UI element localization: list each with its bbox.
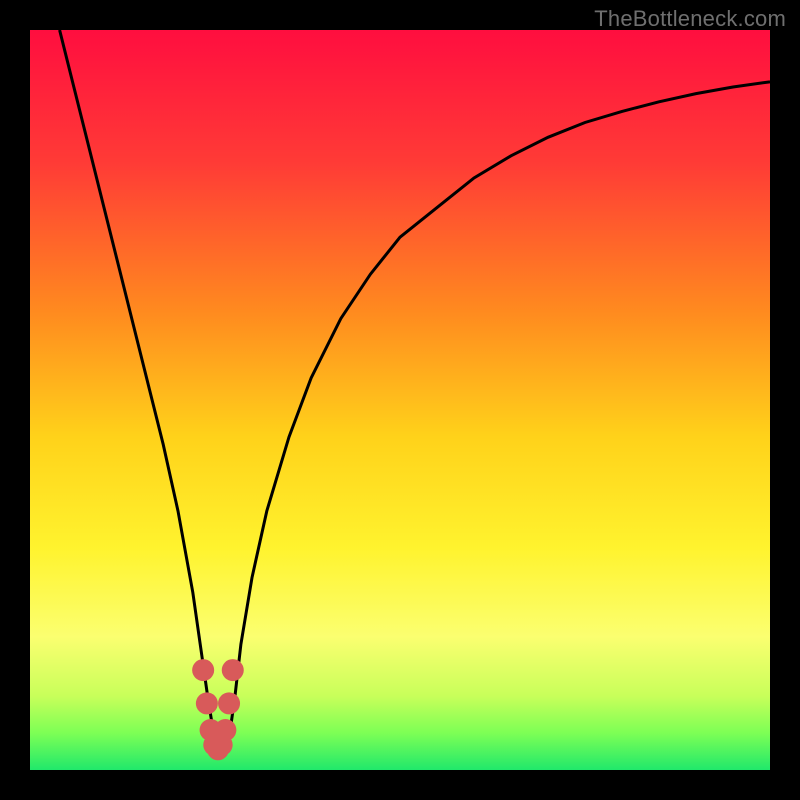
optimal-marker (222, 659, 244, 681)
bottleneck-chart (30, 30, 770, 770)
optimal-marker (218, 692, 240, 714)
optimal-marker (192, 659, 214, 681)
gradient-background (30, 30, 770, 770)
optimal-marker (196, 692, 218, 714)
plot-area (30, 30, 770, 770)
chart-frame: TheBottleneck.com (0, 0, 800, 800)
watermark-text: TheBottleneck.com (594, 6, 786, 32)
optimal-marker (214, 719, 236, 741)
